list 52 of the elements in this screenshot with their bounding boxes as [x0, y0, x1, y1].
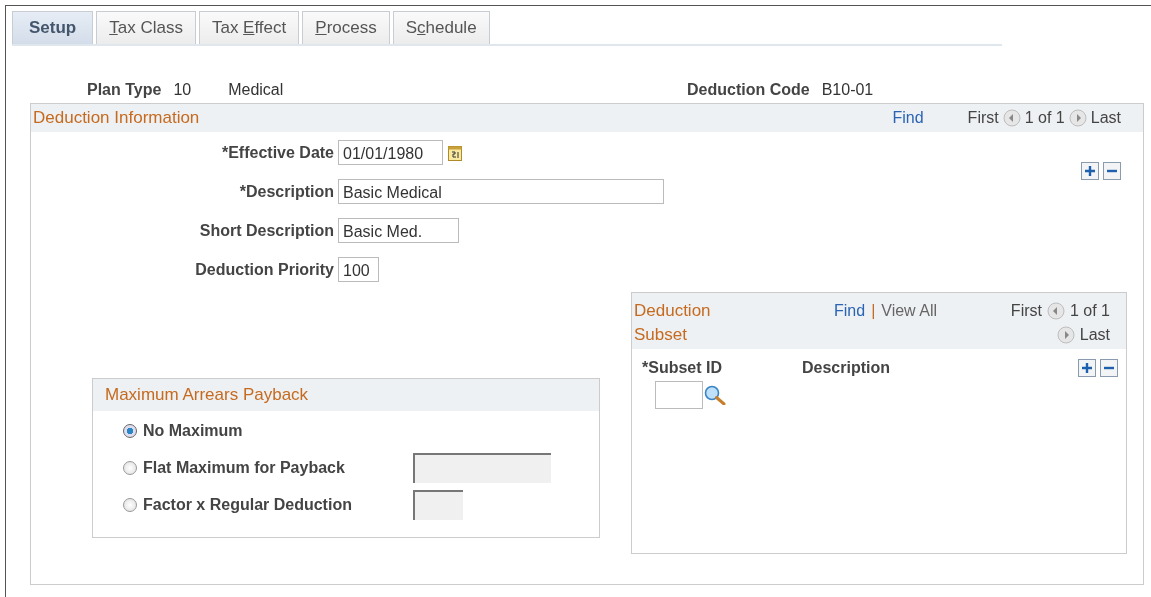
plan-type-label: Plan Type: [87, 81, 162, 100]
record-count: 1 of 1: [1024, 109, 1065, 127]
first-label: First: [1010, 302, 1042, 320]
section-title: Deduction Information: [33, 108, 200, 128]
group-box-title: Maximum Arrears Payback: [93, 379, 599, 411]
input-field[interactable]: [655, 381, 703, 409]
search-icon[interactable]: [704, 385, 726, 405]
radio-button[interactable]: [123, 461, 137, 475]
input-field[interactable]: Basic Med.: [338, 218, 459, 243]
field-label: Deduction Priority: [194, 260, 334, 279]
delete-icon[interactable]: [1100, 359, 1118, 377]
next-icon[interactable]: [1056, 326, 1075, 344]
option-label: Flat Maximum for Payback: [143, 459, 346, 477]
first-label: First: [967, 109, 999, 127]
input-field[interactable]: [413, 490, 463, 520]
tab[interactable]: Tax Class: [96, 11, 196, 44]
previous-icon[interactable]: [1046, 302, 1065, 320]
add-icon[interactable]: [1078, 359, 1096, 377]
radio-button[interactable]: [123, 498, 137, 512]
input-field[interactable]: 100: [338, 257, 379, 282]
view-all-link[interactable]: View All: [881, 302, 937, 320]
option-label: No Maximum: [143, 422, 244, 440]
field-label: *Description: [238, 182, 334, 201]
tab[interactable]: Schedule: [392, 11, 490, 44]
add-icon[interactable]: [1081, 162, 1099, 180]
delete-icon[interactable]: [1103, 162, 1121, 180]
calendar-icon[interactable]: [448, 144, 462, 161]
input-field[interactable]: Basic Medical: [338, 179, 664, 204]
field-label: *Effective Date: [220, 143, 334, 162]
tab[interactable]: Setup: [12, 11, 94, 44]
radio-button[interactable]: [123, 424, 137, 438]
find-link[interactable]: Find: [892, 109, 924, 127]
field-label: Short Description: [198, 221, 334, 240]
section-title: Deduction Subset: [634, 300, 712, 346]
separator: |: [871, 302, 876, 320]
tab[interactable]: Tax Effect: [198, 11, 300, 44]
option-label: Factor x Regular Deduction: [143, 496, 353, 514]
tab[interactable]: Process: [302, 11, 390, 44]
record-count: 1 of 1: [1069, 302, 1110, 320]
input-field[interactable]: [413, 453, 551, 483]
column-header: Description: [802, 359, 891, 377]
deduction-code-label: Deduction Code: [687, 81, 810, 100]
previous-icon[interactable]: [1002, 109, 1021, 127]
last-label: Last: [1090, 109, 1121, 127]
deduction-code-value: B10-01: [821, 81, 874, 100]
column-header: *Subset ID: [642, 359, 723, 377]
last-label: Last: [1079, 326, 1110, 344]
find-link[interactable]: Find: [834, 302, 866, 320]
next-icon[interactable]: [1068, 109, 1087, 127]
plan-name: Medical: [228, 81, 284, 100]
plan-type-value: 10: [173, 81, 192, 100]
input-field[interactable]: 01/01/1980: [338, 140, 443, 165]
